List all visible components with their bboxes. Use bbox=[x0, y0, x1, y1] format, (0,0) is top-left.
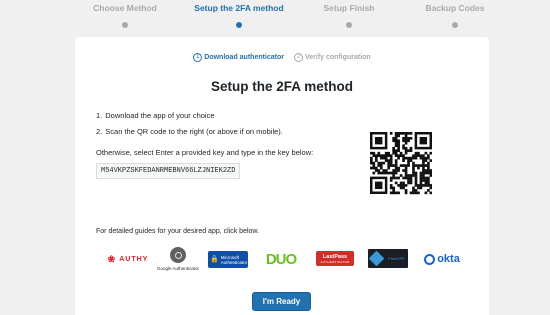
substep-download-authenticator: 1 Download authenticator bbox=[193, 53, 284, 62]
setup-stepper: Choose Method Setup the 2FA method Setup… bbox=[0, 0, 550, 30]
app-duo-link[interactable]: DUO bbox=[261, 244, 301, 274]
instruction-text: Scan the QR code to the right (or above … bbox=[105, 127, 283, 136]
app-label: Google Authenticator bbox=[156, 266, 200, 271]
lock-icon: 🔒 bbox=[210, 256, 219, 263]
step-label: Setup Finish bbox=[323, 3, 375, 13]
app-lastpass-link[interactable]: LastPass AUTHENTICATOR bbox=[316, 251, 354, 266]
step-setup-2fa: Setup the 2FA method bbox=[179, 3, 299, 28]
step-setup-finish: Setup Finish bbox=[289, 3, 409, 28]
substep-label: Download authenticator bbox=[204, 54, 285, 61]
im-ready-button[interactable]: I'm Ready bbox=[252, 292, 311, 311]
app-google-authenticator-link[interactable]: Google Authenticator bbox=[157, 244, 199, 274]
substep-number: 1 bbox=[193, 53, 203, 62]
step-backup-codes: Backup Codes bbox=[395, 3, 515, 28]
substep-label: Verify configuration bbox=[304, 54, 371, 61]
app-label: okta bbox=[437, 253, 460, 265]
instruction-item: 1. Download the app of your choice bbox=[96, 111, 283, 120]
app-label: Microsoft Authenticator bbox=[220, 254, 248, 265]
substep-number: 2 bbox=[293, 53, 303, 62]
app-microsoft-authenticator-link[interactable]: 🔒 Microsoft Authenticator bbox=[208, 251, 248, 268]
instruction-list: 1. Download the app of your choice 2. Scan… bbox=[96, 111, 283, 143]
google-authenticator-logo-icon bbox=[170, 247, 186, 263]
instruction-index: 1. bbox=[96, 111, 103, 120]
step-choose-method: Choose Method bbox=[65, 3, 185, 28]
substep-progress: 1 Download authenticator 2 Verify configur… bbox=[75, 53, 489, 62]
step-label: Choose Method bbox=[93, 3, 157, 13]
instruction-index: 2. bbox=[96, 127, 103, 136]
authenticator-app-list: ❀ AUTHY Google Authenticator 🔒 Microsoft A… bbox=[75, 244, 489, 278]
freeotp-logo-icon bbox=[368, 250, 385, 267]
authy-logo-icon: ❀ bbox=[107, 253, 117, 264]
instruction-text: Download the app of your choice bbox=[105, 111, 215, 120]
instruction-item: 2. Scan the QR code to the right (or abov… bbox=[96, 127, 283, 136]
qr-code bbox=[370, 119, 432, 207]
secret-key-code[interactable]: M54VKPZSKFEDANRMEBNV66LZJNIEK2ZD bbox=[96, 163, 241, 179]
setup-card: 1 Download authenticator 2 Verify configur… bbox=[75, 37, 489, 315]
manual-key-hint: Otherwise, select Enter a provided key a… bbox=[96, 148, 314, 157]
step-dot bbox=[452, 22, 458, 28]
substep-verify-configuration: 2 Verify configuration bbox=[293, 53, 371, 62]
step-dot bbox=[122, 22, 128, 28]
app-label: FreeOTP bbox=[388, 256, 405, 261]
step-label: Setup the 2FA method bbox=[194, 3, 284, 13]
app-okta-link[interactable]: okta bbox=[420, 244, 464, 274]
step-dot bbox=[346, 22, 352, 28]
step-dot bbox=[236, 22, 242, 28]
app-freeotp-link[interactable]: FreeOTP bbox=[368, 249, 408, 268]
app-label: AUTHY bbox=[119, 255, 149, 263]
app-authy-link[interactable]: ❀ AUTHY bbox=[101, 244, 155, 274]
guides-hint: For detailed guides for your desired app… bbox=[96, 228, 260, 235]
okta-logo-icon bbox=[424, 253, 436, 265]
step-label: Backup Codes bbox=[425, 3, 485, 13]
page-title: Setup the 2FA method bbox=[210, 79, 353, 94]
app-sublabel: AUTHENTICATOR bbox=[320, 259, 350, 264]
app-label: DUO bbox=[265, 250, 297, 268]
